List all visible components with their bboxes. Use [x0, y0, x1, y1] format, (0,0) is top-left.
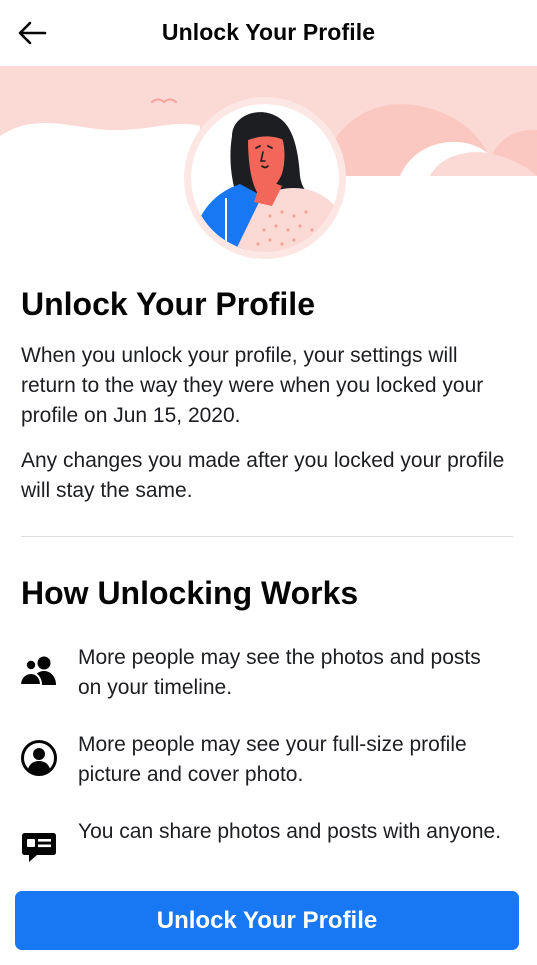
list-item-text: More people may see the photos and posts…: [78, 646, 481, 699]
how-section: How Unlocking Works: [21, 574, 516, 612]
list-item-text: More people may see your full-size profi…: [78, 733, 467, 786]
profile-circle-icon: [19, 738, 59, 778]
avatar: [184, 97, 346, 259]
people-icon: [19, 651, 59, 691]
main-section: Unlock Your Profile: [21, 285, 516, 323]
changes-paragraph: Any changes you made after you locked yo…: [21, 449, 505, 502]
how-heading: How Unlocking Works: [21, 575, 359, 611]
share-chat-icon: [19, 827, 59, 867]
section-divider: [21, 536, 513, 537]
list-item-text: You can share photos and posts with anyo…: [78, 820, 502, 843]
intro-paragraph: When you unlock your profile, your setti…: [21, 344, 484, 427]
unlock-profile-button[interactable]: Unlock Your Profile: [15, 891, 519, 950]
intro-paragraph-wrapper: When you unlock your profile, your setti…: [21, 341, 516, 431]
changes-paragraph-wrapper: Any changes you made after you locked yo…: [21, 446, 516, 506]
main-heading: Unlock Your Profile: [21, 286, 315, 322]
hero-illustration: [0, 66, 537, 262]
top-bar: Unlock Your Profile: [0, 0, 537, 66]
page-title: Unlock Your Profile: [161, 19, 376, 45]
